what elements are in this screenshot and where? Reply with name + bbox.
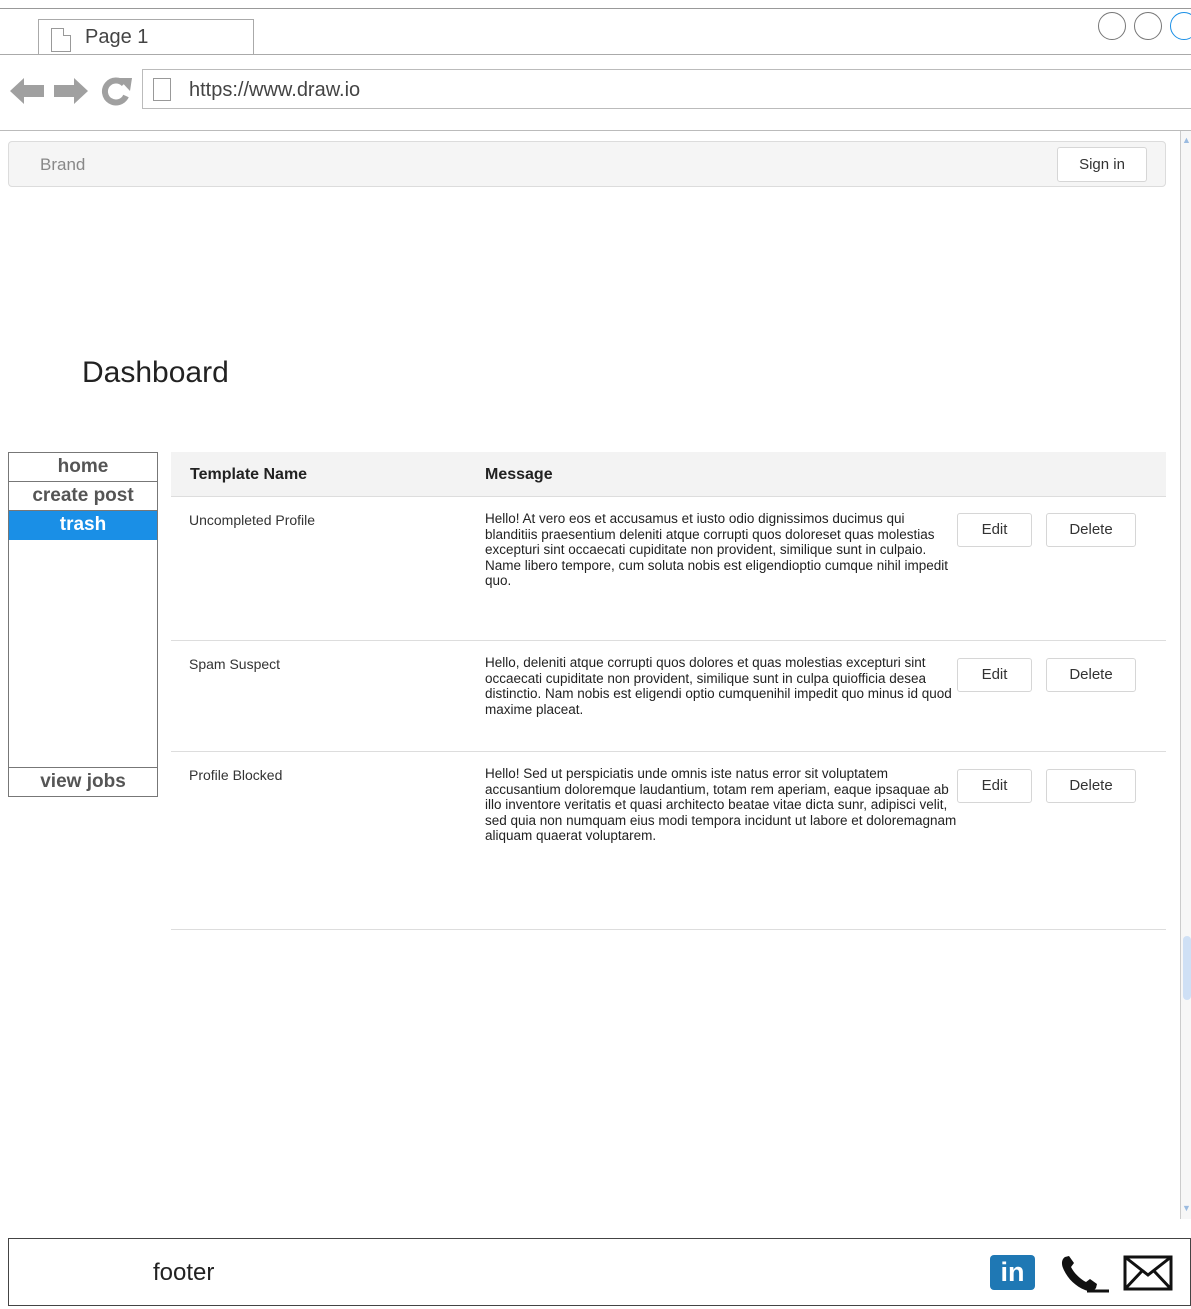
- mail-icon[interactable]: [1123, 1255, 1173, 1291]
- template-name-cell: Profile Blocked: [189, 767, 283, 783]
- phone-icon[interactable]: [1059, 1253, 1111, 1293]
- column-header-message: Message: [485, 466, 553, 483]
- browser-tab[interactable]: Page 1: [38, 19, 254, 55]
- chrome-divider: [0, 130, 1191, 131]
- page-title: Dashboard: [82, 356, 229, 389]
- window-top-border: [0, 8, 1191, 9]
- reload-icon[interactable]: [100, 76, 132, 106]
- window-control-icon[interactable]: [1098, 12, 1126, 40]
- edit-button[interactable]: Edit: [957, 658, 1032, 692]
- template-name-cell: Uncompleted Profile: [189, 512, 316, 528]
- scroll-thumb[interactable]: [1183, 936, 1191, 1000]
- message-cell: Hello, deleniti atque corrupti quos dolo…: [485, 655, 952, 717]
- forward-arrow-icon[interactable]: [54, 78, 88, 104]
- sidebar-item-trash[interactable]: trash: [9, 511, 157, 540]
- table-header: Template Name Message: [171, 452, 1166, 497]
- delete-button[interactable]: Delete: [1046, 513, 1136, 547]
- address-bar[interactable]: https://www.draw.io: [142, 69, 1191, 109]
- scroll-down-icon[interactable]: ▼: [1181, 1203, 1191, 1217]
- table-row: Spam Suspect Hello, deleniti atque corru…: [171, 641, 1166, 752]
- table-row: Profile Blocked Hello! Sed ut perspiciat…: [171, 752, 1166, 930]
- footer-text: footer: [153, 1259, 215, 1286]
- sidebar-item-view-jobs[interactable]: view jobs: [9, 767, 157, 796]
- linkedin-icon[interactable]: in: [990, 1255, 1035, 1290]
- navbar: Brand Sign in: [8, 141, 1166, 187]
- edit-button[interactable]: Edit: [957, 769, 1032, 803]
- delete-button[interactable]: Delete: [1046, 658, 1136, 692]
- delete-button[interactable]: Delete: [1046, 769, 1136, 803]
- tab-title: Page 1: [85, 26, 149, 48]
- back-arrow-icon[interactable]: [10, 78, 44, 104]
- page-icon: [153, 78, 171, 101]
- vertical-scrollbar[interactable]: ▲ ▼: [1180, 131, 1191, 1219]
- tab-strip-border: [0, 54, 1191, 55]
- sidebar-item-create-post[interactable]: create post: [9, 482, 157, 511]
- column-header-template-name: Template Name: [190, 466, 308, 483]
- window-control-icon[interactable]: [1170, 12, 1191, 40]
- table-row: Uncompleted Profile Hello! At vero eos e…: [171, 497, 1166, 641]
- message-cell: Hello! Sed ut perspiciatis unde omnis is…: [485, 766, 957, 843]
- sidebar-item-home[interactable]: home: [9, 453, 157, 482]
- edit-button[interactable]: Edit: [957, 513, 1032, 547]
- scroll-up-icon[interactable]: ▲: [1181, 135, 1191, 149]
- sign-in-button[interactable]: Sign in: [1057, 147, 1147, 182]
- url-text[interactable]: https://www.draw.io: [189, 79, 360, 102]
- sidebar: home create post trash view jobs: [8, 452, 158, 797]
- brand-link[interactable]: Brand: [40, 155, 85, 175]
- footer: footer in: [8, 1238, 1191, 1306]
- template-name-cell: Spam Suspect: [189, 656, 281, 672]
- page-icon: [51, 28, 71, 52]
- message-cell: Hello! At vero eos et accusamus et iusto…: [485, 511, 948, 588]
- window-control-icon[interactable]: [1134, 12, 1162, 40]
